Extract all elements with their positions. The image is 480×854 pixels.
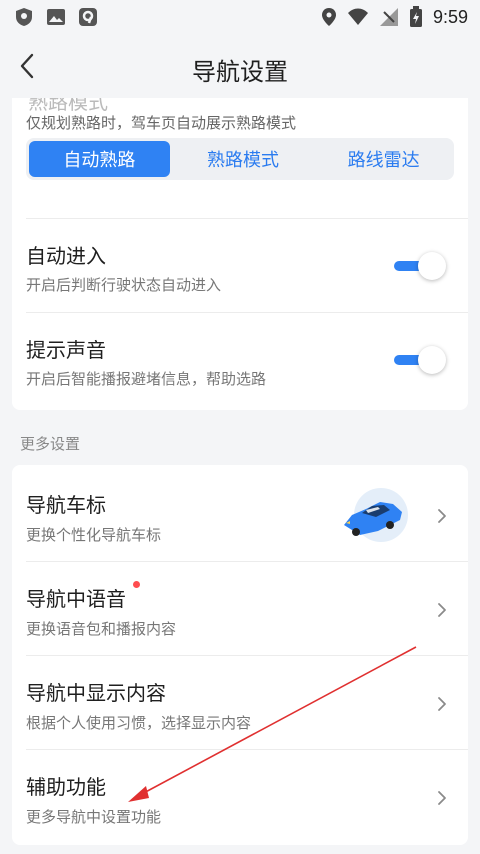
blue-car-icon xyxy=(344,488,408,542)
segment-route-radar[interactable]: 路线雷达 xyxy=(313,138,454,180)
chevron-right-icon xyxy=(438,791,446,805)
toggle-knob xyxy=(418,252,446,280)
signal-icon xyxy=(379,8,398,26)
row-title: 导航中显示内容 xyxy=(26,681,166,705)
divider xyxy=(26,218,468,219)
chevron-right-icon xyxy=(438,697,446,711)
row-subtitle: 更换个性化导航车标 xyxy=(26,526,162,544)
row-subtitle: 更多导航中设置功能 xyxy=(26,808,162,826)
location-icon xyxy=(321,8,336,26)
page-title: 导航设置 xyxy=(192,58,288,86)
shield-icon xyxy=(16,8,32,26)
chevron-right-icon xyxy=(438,509,446,523)
familiar-route-hint: 仅规划熟路时，驾车页自动展示熟路模式 xyxy=(26,114,297,132)
new-badge-dot xyxy=(133,581,140,588)
row-title: 辅助功能 xyxy=(26,775,106,799)
bottom-edge xyxy=(0,845,480,854)
status-time: 9:59 xyxy=(432,6,468,27)
status-bar: 9:59 xyxy=(0,0,480,34)
toggle-knob xyxy=(418,346,446,374)
section-label-more-settings: 更多设置 xyxy=(20,435,81,453)
row-title: 导航车标 xyxy=(26,493,106,517)
familiar-route-card: 熟路模式 仅规划熟路时，驾车页自动展示熟路模式 自动熟路 熟路模式 路线雷达 自… xyxy=(12,98,468,410)
row-subtitle: 开启后判断行驶状态自动进入 xyxy=(26,276,222,294)
auto-enter-toggle[interactable] xyxy=(394,252,446,280)
wifi-icon xyxy=(347,8,368,25)
row-subtitle: 根据个人使用习惯，选择显示内容 xyxy=(26,714,252,732)
title-bar: 导航设置 xyxy=(0,34,480,98)
divider xyxy=(26,749,468,750)
row-subtitle: 开启后智能播报避堵信息，帮助选路 xyxy=(26,370,267,388)
row-title: 自动进入 xyxy=(26,244,106,268)
row-title: 提示声音 xyxy=(26,338,106,362)
more-settings-card: 导航车标 更换个性化导航车标 导航中语音 更换语音包和播报内容 导航中显示内容 … xyxy=(12,465,468,845)
image-icon xyxy=(47,9,65,25)
segment-auto-familiar[interactable]: 自动熟路 xyxy=(29,141,170,177)
divider xyxy=(26,655,468,656)
chevron-right-icon xyxy=(438,603,446,617)
sound-hint-toggle[interactable] xyxy=(394,346,446,374)
segment-familiar-mode[interactable]: 熟路模式 xyxy=(173,138,314,180)
route-mode-segmented-control: 自动熟路 熟路模式 路线雷达 xyxy=(26,138,454,180)
app-badge-icon xyxy=(79,8,97,26)
battery-icon xyxy=(409,6,422,27)
divider xyxy=(26,561,468,562)
divider xyxy=(26,312,468,313)
row-subtitle: 更换语音包和播报内容 xyxy=(26,620,177,638)
row-title: 导航中语音 xyxy=(26,587,126,611)
